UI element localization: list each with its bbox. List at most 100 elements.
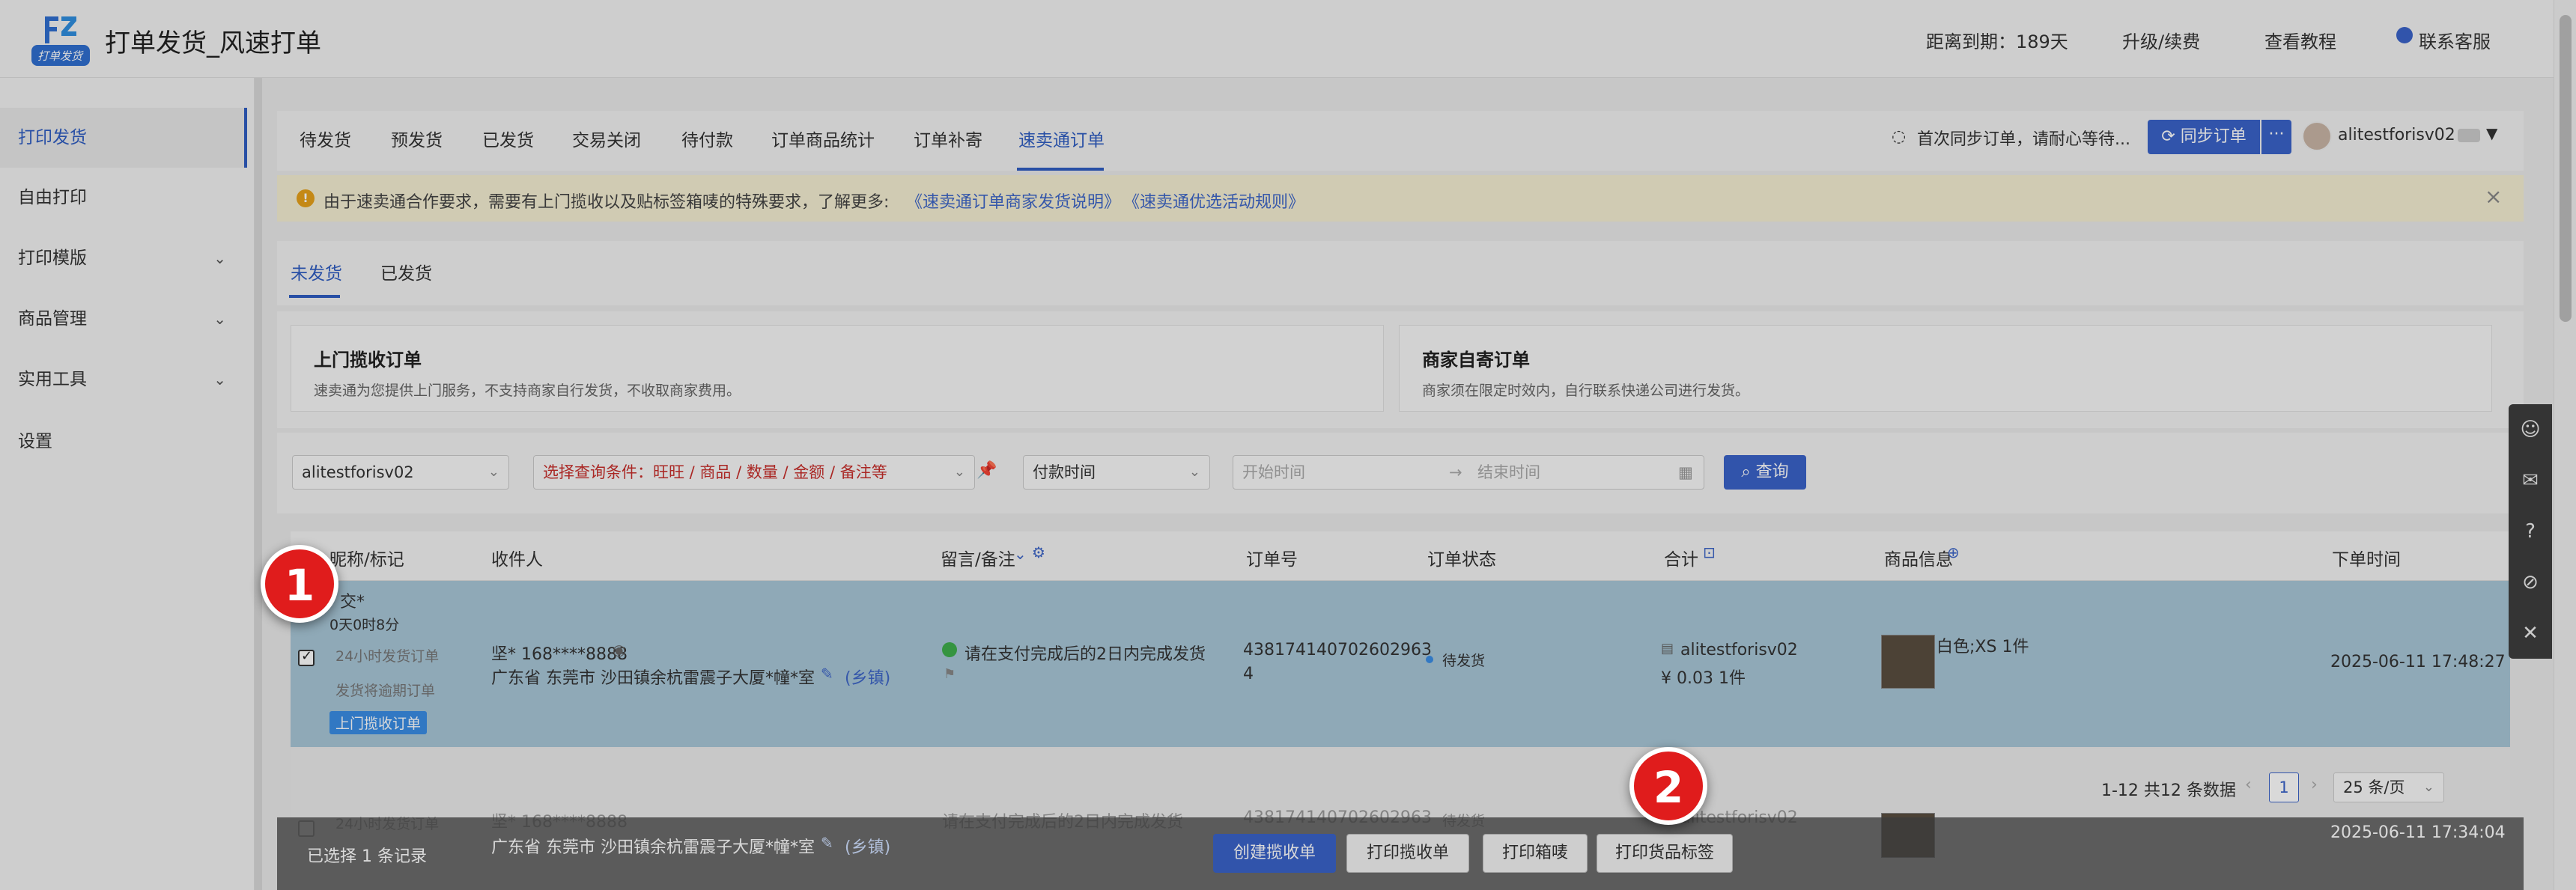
support-link[interactable]: 联系客服 [2419, 27, 2491, 53]
callout-marker-2: 2 [1629, 747, 1707, 825]
sync-more-button[interactable]: ··· [2261, 120, 2291, 154]
product-sku: 白色;XS 1件 [1936, 638, 2029, 656]
support-icon[interactable] [2396, 27, 2413, 43]
print-product-label-button[interactable]: 打印货品标签 [1597, 834, 1733, 873]
card-desc: 商家须在限定时效内，自行联系快递公司进行发货。 [1422, 382, 1750, 399]
sidebar-item-tools[interactable]: 实用工具 ⌄ [0, 350, 247, 409]
tag-overdue: 发货将逾期订单 [335, 683, 436, 699]
warning-icon: ! [297, 189, 315, 207]
sync-orders-button[interactable]: ⟳ 同步订单 [2148, 120, 2260, 154]
loading-icon: ◌ [1892, 127, 1907, 146]
sort-down-icon[interactable]: ⌄ [1014, 545, 1027, 563]
tab-unshipped[interactable]: 未发货 [291, 259, 342, 284]
search-icon: ⌕ [1741, 463, 1756, 481]
create-pickup-button[interactable]: 创建揽收单 [1213, 834, 1336, 873]
sidebar-item-settings[interactable]: 设置 [0, 412, 247, 472]
query-button[interactable]: ⌕ 查询 [1724, 455, 1806, 490]
order-total: ¥ 0.03 1件 [1661, 669, 1746, 688]
next-page-icon[interactable]: › [2311, 775, 2318, 794]
date-range-picker[interactable]: 开始时间 → 结束时间 ▦ [1233, 455, 1704, 490]
tag-24h: 24小时发货订单 [335, 648, 440, 665]
recipient-address: 广东省 东莞市 沙田镇余杭雷震子大厦*幢*室 [491, 669, 815, 688]
product-thumbnail[interactable] [1881, 635, 1935, 689]
col-status: 订单状态 [1427, 550, 1496, 570]
prev-page-icon[interactable]: ‹ [2245, 775, 2252, 794]
tab-pending-ship[interactable]: 待发货 [300, 126, 351, 151]
caret-down-icon[interactable]: ▼ [2486, 124, 2497, 142]
row-checkbox[interactable]: ✓ [298, 648, 315, 666]
tab-shipped[interactable]: 已发货 [482, 126, 534, 151]
condition-select[interactable]: 选择查询条件：旺旺 / 商品 / 数量 / 金额 / 备注等 ⌄ [533, 455, 975, 490]
sync-status-text: 首次同步订单，请耐心等待... [1917, 130, 2130, 149]
calendar-icon: ▦ [1678, 463, 1693, 481]
card-title: 商家自寄订单 [1422, 350, 1530, 371]
mail-icon[interactable]: ✉ [2509, 455, 2552, 506]
print-pickup-button[interactable]: 打印揽收单 [1346, 834, 1469, 873]
scrollbar-thumb[interactable] [2560, 15, 2572, 322]
sidebar-item-free-print[interactable]: 自由打印 [0, 168, 247, 228]
close-icon[interactable]: × [2485, 184, 2502, 209]
tutorial-link[interactable]: 查看教程 [2264, 27, 2336, 53]
sidebar-item-templates[interactable]: 打印模版 ⌄ [0, 228, 247, 288]
end-time-input[interactable]: 结束时间 [1477, 456, 1540, 489]
download-icon[interactable]: ⊡ [1703, 543, 1716, 561]
tab-closed[interactable]: 交易关闭 [572, 126, 641, 151]
upgrade-link[interactable]: 升级/续费 [2122, 27, 2200, 53]
card-pickup-orders[interactable]: 上门揽收订单 速卖通为您提供上门服务，不支持商家自行发货，不收取商家费用。 [291, 325, 1384, 412]
sidebar-item-label: 自由打印 [18, 188, 87, 207]
print-carton-label-button[interactable]: 打印箱唛 [1483, 834, 1588, 873]
close-icon[interactable]: ✕ [2509, 608, 2552, 659]
avatar[interactable] [2302, 121, 2332, 151]
condition-select-value: 选择查询条件：旺旺 / 商品 / 数量 / 金额 / 备注等 [543, 463, 887, 481]
sidebar-item-products[interactable]: 商品管理 ⌄ [0, 289, 247, 349]
message-icon [942, 642, 957, 657]
edit-icon[interactable]: ✎ [821, 665, 833, 683]
page-size-select[interactable]: 25 条/页 ⌄ [2333, 772, 2444, 802]
col-order-time: 下单时间 [2332, 550, 2401, 570]
edit-icon[interactable]: ✎ [821, 834, 833, 852]
tab-pre-ship[interactable]: 预发货 [391, 126, 443, 151]
start-time-input[interactable]: 开始时间 [1242, 456, 1305, 489]
notice-text: 由于速卖通合作要求，需要有上门揽收以及贴标签箱唛的特殊要求，了解更多: [323, 193, 890, 212]
sidebar-item-label: 商品管理 [18, 309, 87, 329]
chevron-down-icon: ⌄ [2422, 779, 2434, 795]
gear-icon[interactable]: ⚙ [1032, 543, 1045, 561]
help-icon[interactable]: ? [2509, 506, 2552, 557]
col-product: 商品信息 [1884, 550, 1953, 570]
chevron-down-icon: ⌄ [1188, 464, 1200, 480]
range-arrow: → [1449, 463, 1462, 481]
selected-count: 已选择 1 条记录 [307, 847, 427, 866]
tab-product-stats[interactable]: 订单商品统计 [771, 126, 875, 151]
eye-icon[interactable]: ◉ [613, 641, 625, 659]
tab-sub-shipped[interactable]: 已发货 [380, 259, 432, 284]
recipient-name: 坚* 168****8888 [491, 645, 628, 664]
chevron-down-icon: ⌄ [953, 464, 965, 480]
tab-aliexpress[interactable]: 速卖通订单 [1018, 126, 1105, 151]
user-name[interactable]: alitestforisv02 [2338, 126, 2455, 144]
sidebar-item-label: 打印模版 [18, 249, 87, 268]
notice-link-activity-rules[interactable]: 《速卖通优选活动规则》 [1123, 189, 1304, 213]
card-self-ship-orders[interactable]: 商家自寄订单 商家须在限定时效内，自行联系快递公司进行发货。 [1399, 325, 2492, 412]
order-shop: alitestforisv02 [1680, 641, 1798, 659]
tab-pending-payment[interactable]: 待付款 [681, 126, 733, 151]
pin-icon[interactable]: 📌 [976, 461, 997, 480]
recipient-address: 广东省 东莞市 沙田镇余杭雷震子大厦*幢*室 [491, 838, 815, 857]
compass-icon[interactable]: ⊘ [2509, 557, 2552, 608]
col-order-no: 订单号 [1246, 550, 1298, 570]
buyer-message: 请在支付完成后的2日内完成发货 [965, 645, 1206, 664]
order-number[interactable]: 438174140702602963 [1243, 641, 1432, 659]
time-type-select[interactable]: 付款时间 ⌄ [1023, 455, 1210, 490]
notice-link-shipping-guide[interactable]: 《速卖通订单商家发货说明》 [906, 189, 1120, 213]
flag-icon[interactable]: ⚑ [944, 666, 956, 682]
expiry-text: 距离到期：189天 [1926, 31, 2068, 52]
time-type-value: 付款时间 [1033, 463, 1096, 481]
chevron-down-icon: ⌄ [213, 310, 226, 328]
sidebar-item-print-ship[interactable]: 打印发货 [0, 108, 247, 168]
status-badge: 上门揽收订单 [329, 711, 428, 734]
tab-reship[interactable]: 订单补寄 [914, 126, 982, 151]
shop-select[interactable]: alitestforisv02 ⌄ [292, 455, 509, 490]
add-icon[interactable]: ⊕ [1947, 543, 1960, 561]
smile-icon[interactable]: ☺ [2509, 404, 2552, 455]
page-current[interactable]: 1 [2269, 772, 2299, 802]
card-desc: 速卖通为您提供上门服务，不支持商家自行发货，不收取商家费用。 [314, 382, 741, 399]
